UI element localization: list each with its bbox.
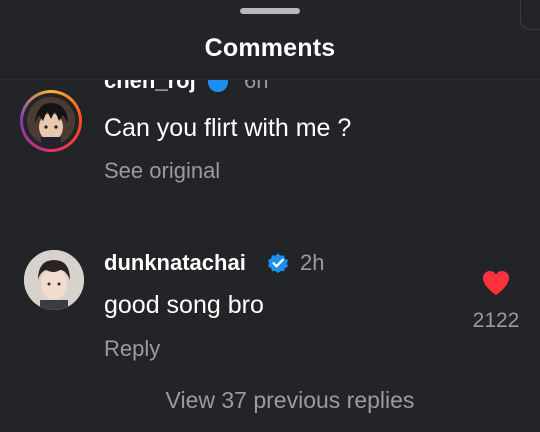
heart-icon[interactable] — [482, 270, 510, 296]
see-original-link[interactable]: See original — [104, 158, 220, 184]
comment-username[interactable]: dunknatachai — [104, 250, 246, 276]
page-title: Comments — [204, 34, 336, 62]
comment-item-1: chen_roj 6h Can you flirt with me ? See — [0, 80, 540, 280]
drag-handle[interactable] — [240, 8, 300, 14]
comment-timestamp: 6h — [244, 80, 269, 93]
view-previous-replies-link[interactable]: View 37 previous replies — [0, 387, 540, 414]
like-count: 2122 — [472, 309, 520, 332]
verified-badge-icon — [208, 80, 228, 92]
comment-timestamp: 2h — [300, 250, 325, 275]
comment-text: Can you flirt with me ? — [104, 114, 352, 142]
comment-text: good song bro — [104, 291, 264, 319]
sheet-corner-frame — [520, 0, 540, 30]
comment-username[interactable]: chen_roj — [104, 80, 196, 94]
reply-button[interactable]: Reply — [104, 336, 160, 362]
user-photo-avatar-icon[interactable] — [24, 250, 84, 310]
anime-avatar-icon — [27, 97, 75, 145]
comments-sheet: Comments chen_roj 6h Can you flirt with … — [0, 0, 540, 432]
story-ring-avatar[interactable] — [20, 90, 82, 152]
verified-badge-icon — [268, 253, 288, 274]
